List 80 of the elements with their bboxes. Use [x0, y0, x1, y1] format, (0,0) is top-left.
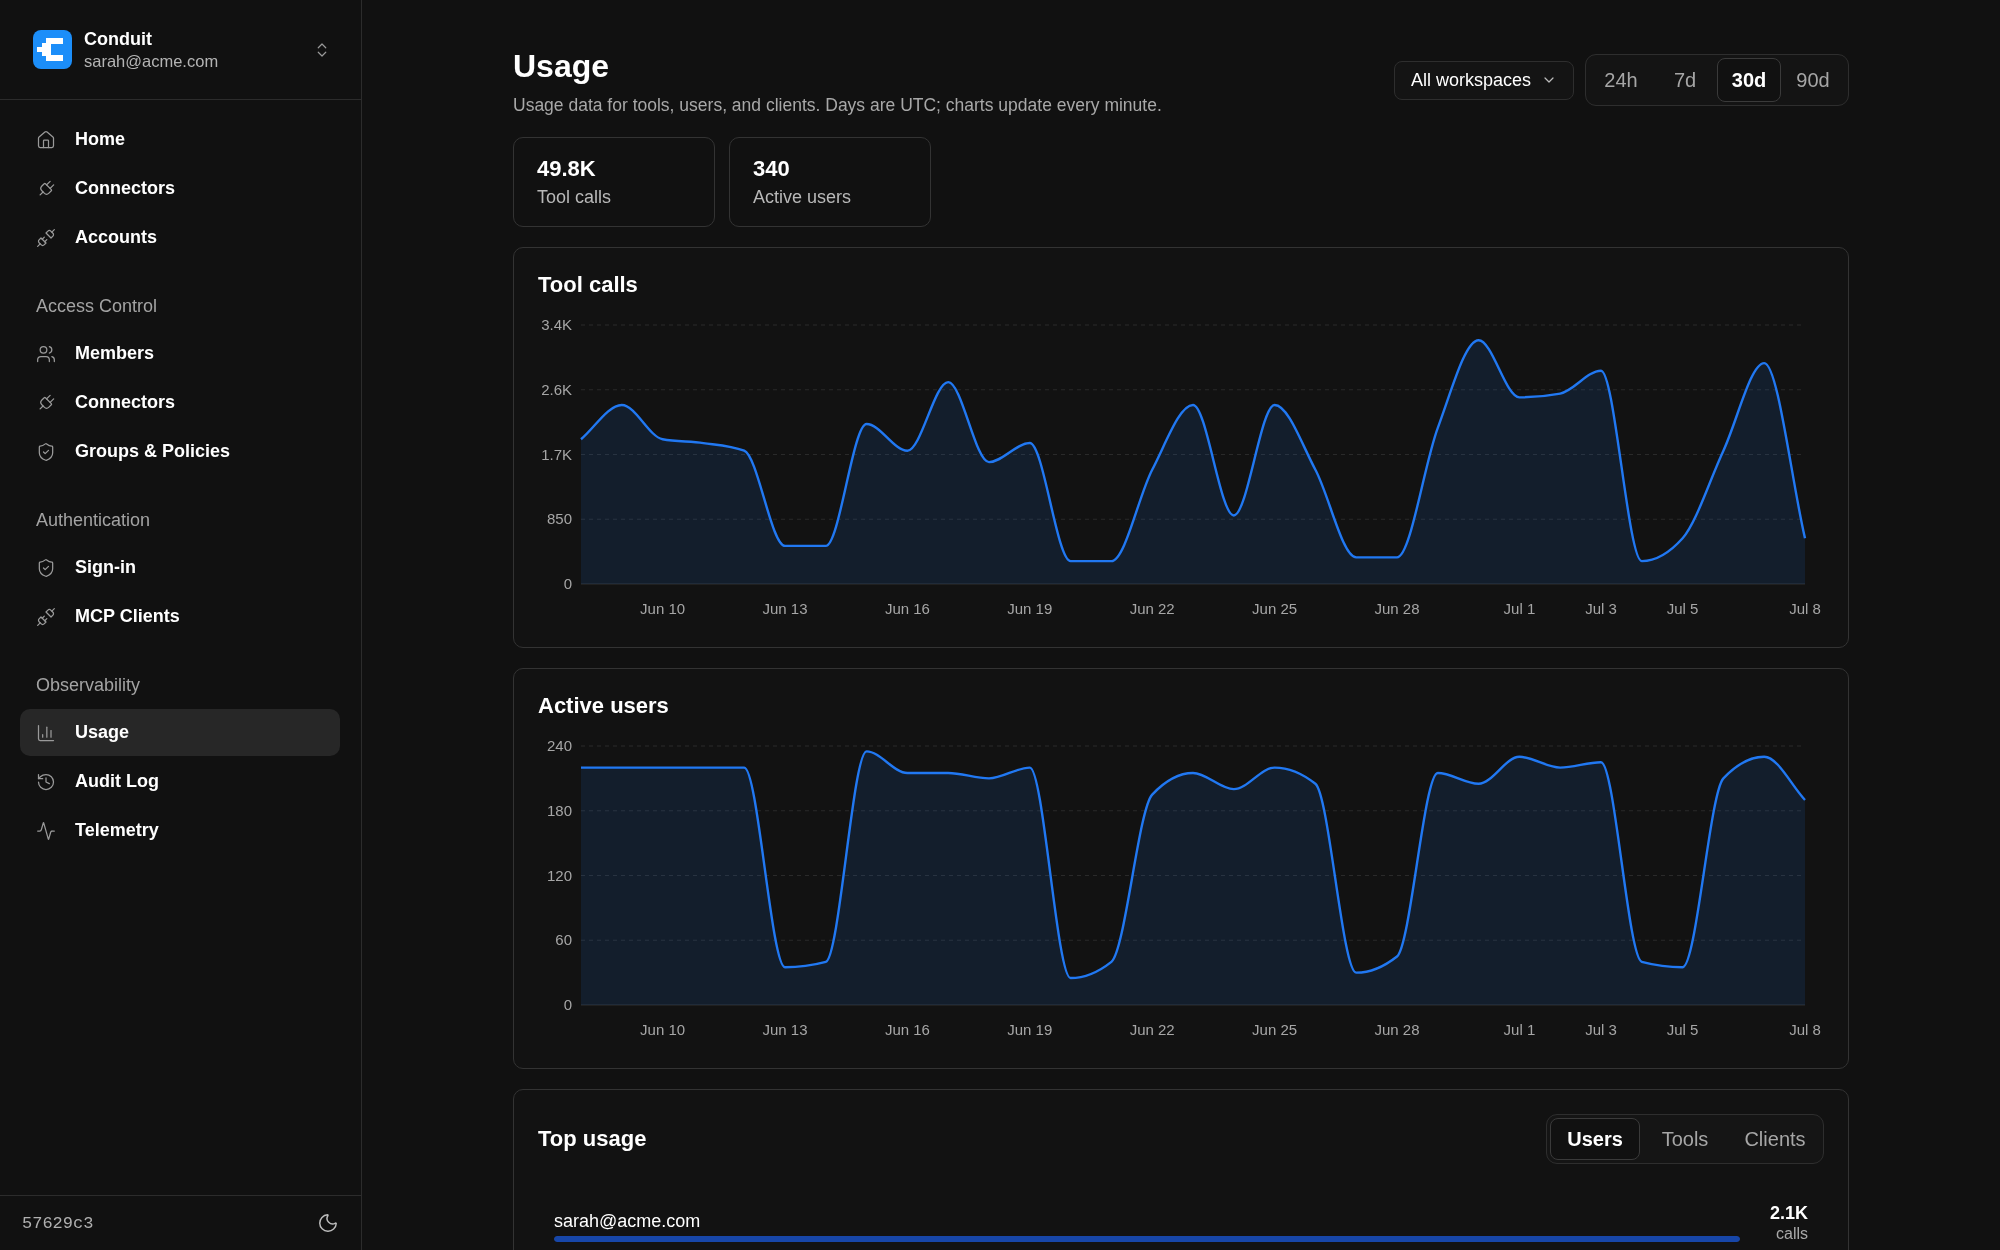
- axis-label: Jun 13: [762, 1021, 808, 1038]
- axis-label: Jun 25: [1252, 600, 1298, 617]
- bar-chart-icon: [36, 722, 56, 743]
- axis-label: 0: [563, 996, 572, 1013]
- card-title: Top usage: [538, 1126, 647, 1152]
- nav-item[interactable]: Telemetry: [20, 807, 340, 854]
- logo-icon: [33, 30, 72, 69]
- house-icon: [36, 129, 56, 150]
- axis-label: 0: [563, 575, 572, 592]
- axis-label: Jun 19: [1007, 1021, 1053, 1038]
- axis-label: Jun 22: [1129, 600, 1175, 617]
- nav-item[interactable]: Members: [20, 330, 340, 377]
- range-tab[interactable]: 90d: [1781, 58, 1845, 102]
- version-hash: 57629c3: [22, 1213, 94, 1233]
- chart-title: Active users: [538, 693, 670, 719]
- axis-label: Jul 8: [1789, 1021, 1821, 1038]
- nav-item[interactable]: Usage: [20, 709, 340, 756]
- nav-item[interactable]: Audit Log: [20, 758, 340, 805]
- nav-item[interactable]: Connectors: [20, 379, 340, 426]
- nav-item[interactable]: MCP Clients: [20, 593, 340, 640]
- range-tab[interactable]: 24h: [1589, 58, 1653, 102]
- nav-item[interactable]: Accounts: [20, 214, 340, 261]
- axis-label: Jul 5: [1666, 600, 1699, 617]
- brand-name: Conduit: [84, 27, 153, 50]
- tab[interactable]: Users: [1550, 1118, 1640, 1160]
- axis-label: Jul 1: [1503, 1021, 1536, 1038]
- axis-label: 2.6K: [541, 380, 572, 398]
- stat-label: Active users: [753, 186, 853, 209]
- shield-check-icon: [36, 557, 56, 578]
- axis-label: Jun 10: [640, 1021, 686, 1038]
- axis-label: Jul 5: [1666, 1021, 1699, 1038]
- axis-label: Jun 25: [1252, 1021, 1298, 1038]
- unplug-icon: [36, 606, 56, 627]
- moon-icon[interactable]: [317, 1212, 339, 1234]
- stat-label: Tool calls: [537, 186, 613, 209]
- workspace-select[interactable]: All workspaces: [1393, 60, 1574, 100]
- axis-label: Jul 8: [1789, 600, 1821, 617]
- axis-label: Jul 3: [1585, 1021, 1617, 1038]
- axis-label: Jun 13: [762, 600, 808, 617]
- history-icon: [36, 771, 56, 792]
- axis-label: 60: [555, 931, 572, 949]
- tab[interactable]: Tools: [1640, 1118, 1730, 1160]
- users-icon: [36, 343, 56, 364]
- nav-item[interactable]: Groups & Policies: [20, 428, 340, 475]
- stat-value: 49.8K: [537, 155, 597, 183]
- axis-label: 180: [546, 801, 572, 819]
- tab[interactable]: Clients: [1730, 1118, 1820, 1160]
- nav-item[interactable]: Sign-in: [20, 544, 340, 591]
- axis-label: Jun 16: [884, 1021, 930, 1038]
- axis-label: Jun 16: [884, 600, 930, 617]
- section-title: Authentication: [35, 509, 152, 531]
- axis-label: Jun 22: [1129, 1021, 1175, 1038]
- unplug-icon: [36, 227, 56, 248]
- axis-label: Jun 19: [1007, 600, 1053, 617]
- chart-title: Tool calls: [538, 272, 639, 298]
- page-title: Usage: [513, 47, 611, 86]
- user-email: sarah@acme.com: [554, 1210, 702, 1232]
- axis-label: 120: [546, 866, 572, 884]
- axis-label: 1.7K: [541, 445, 572, 463]
- range-tab[interactable]: 7d: [1653, 58, 1717, 102]
- axis-label: Jul 3: [1585, 600, 1617, 617]
- call-count: 2.1K: [1769, 1202, 1808, 1224]
- range-tab[interactable]: 30d: [1717, 58, 1781, 102]
- axis-label: Jun 10: [640, 600, 686, 617]
- axis-label: Jul 1: [1503, 600, 1536, 617]
- unit-label: calls: [1776, 1224, 1808, 1244]
- axis-label: 240: [546, 737, 572, 754]
- account-email: sarah@acme.com: [84, 50, 220, 72]
- stat-value: 340: [753, 155, 791, 183]
- nav-item[interactable]: Home: [20, 116, 340, 163]
- axis-label: Jun 28: [1374, 600, 1420, 617]
- shield-check-icon: [36, 441, 56, 462]
- nav-item[interactable]: Connectors: [20, 165, 340, 212]
- axis-label: 3.4K: [541, 316, 572, 333]
- axis-label: Jun 28: [1374, 1021, 1420, 1038]
- section-title: Access Control: [35, 295, 159, 317]
- pulse-icon: [36, 820, 56, 841]
- axis-label: 850: [546, 510, 572, 528]
- page-subtitle: Usage data for tools, users, and clients. Days are UTC; charts update every minute.: [513, 94, 1162, 116]
- section-title: Observability: [35, 674, 142, 696]
